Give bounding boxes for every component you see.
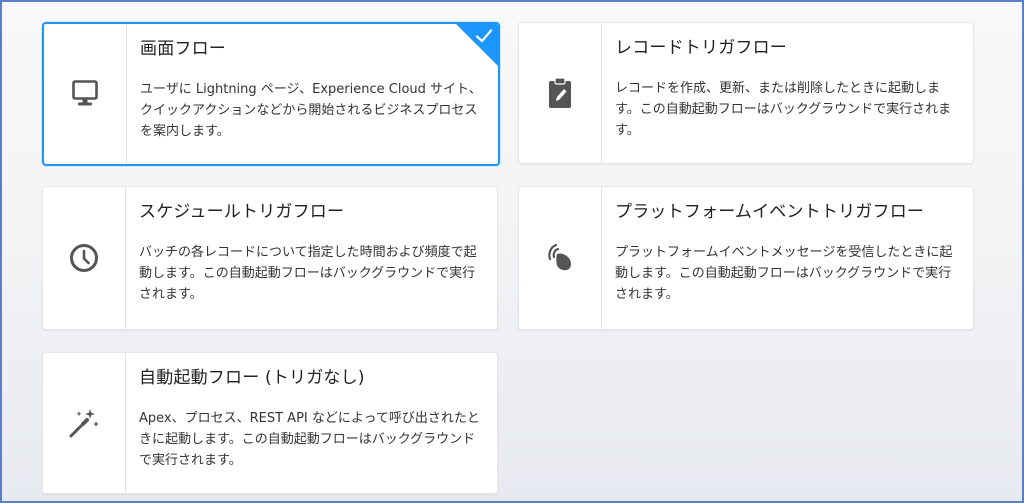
card-description: バッチの各レコードについて指定した時間および頻度で起動します。この自動起動フロー… (139, 245, 477, 302)
flow-type-card-schedule-triggered[interactable]: スケジュールトリガフロー バッチの各レコードについて指定した時間および頻度で起動… (42, 186, 498, 330)
card-title: レコードトリガフロー (615, 38, 787, 58)
flow-type-card-screen-flow[interactable]: 画面フロー ユーザに Lightning ページ、Experience Clou… (42, 22, 500, 166)
monitor-icon (72, 80, 98, 108)
broadcast-icon (545, 243, 575, 273)
clipboard-edit-icon (548, 77, 572, 109)
card-icon-area (44, 24, 127, 164)
flow-type-card-autolaunched[interactable]: 自動起動フロー (トリガなし) Apex、プロセス、REST API などによっ… (42, 352, 498, 494)
card-title: プラットフォームイベントトリガフロー (615, 202, 925, 222)
checkmark-icon (475, 27, 493, 45)
flow-type-card-platform-event-triggered[interactable]: プラットフォームイベントトリガフロー プラットフォームイベントメッセージを受信し… (518, 186, 974, 330)
card-title: 画面フロー (140, 39, 226, 59)
flow-type-card-record-triggered[interactable]: レコードトリガフロー レコードを作成、更新、または削除したときに起動します。この… (518, 22, 974, 164)
magic-wand-icon (68, 407, 100, 439)
card-title: スケジュールトリガフロー (139, 202, 345, 222)
card-description: レコードを作成、更新、または削除したときに起動します。この自動起動フローはバック… (615, 81, 952, 138)
card-icon-area (519, 23, 602, 163)
card-icon-area (519, 187, 602, 329)
card-description: プラットフォームイベントメッセージを受信したときに起動します。この自動起動フロー… (615, 245, 953, 302)
card-icon-area (43, 187, 126, 329)
card-description: Apex、プロセス、REST API などによって呼び出されたときに起動します。… (139, 411, 480, 468)
card-description: ユーザに Lightning ページ、Experience Cloud サイト、… (140, 82, 482, 139)
card-icon-area (43, 353, 126, 493)
card-title: 自動起動フロー (トリガなし) (139, 368, 365, 388)
clock-icon (69, 243, 99, 273)
